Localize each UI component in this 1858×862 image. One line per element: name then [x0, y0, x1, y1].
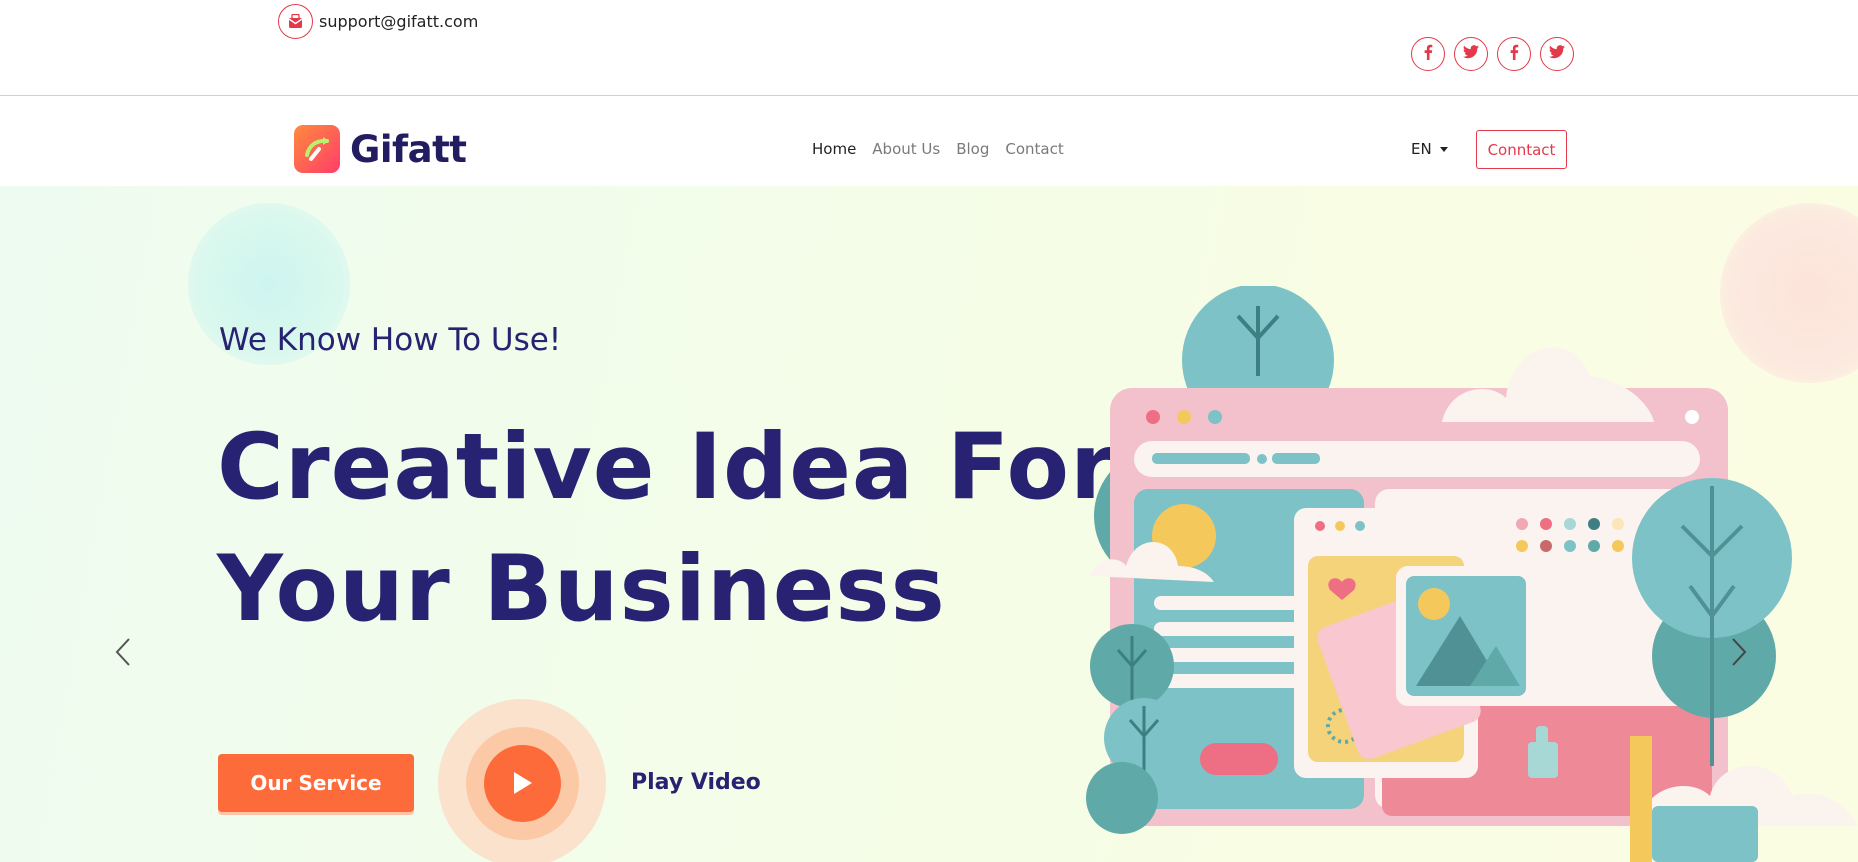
twitter-link[interactable] — [1454, 37, 1488, 71]
main-nav: Gifatt Home About Us Blog Contact EN Con… — [0, 96, 1858, 186]
slider-prev-arrow[interactable] — [112, 635, 134, 669]
email-icon — [278, 4, 313, 39]
nav-item-home[interactable]: Home — [812, 140, 856, 158]
email-address: support@gifatt.com — [319, 12, 479, 31]
our-service-button[interactable]: Our Service — [218, 754, 414, 812]
twitter-link[interactable] — [1540, 37, 1574, 71]
nav-item-blog[interactable]: Blog — [956, 140, 989, 158]
hero-headline-line: Creative Idea For — [217, 415, 1116, 520]
facebook-icon — [1509, 44, 1519, 65]
play-video-label[interactable]: Play Video — [631, 770, 761, 795]
facebook-link[interactable] — [1411, 37, 1445, 71]
contact-button[interactable]: Conntact — [1476, 130, 1567, 169]
chevron-down-icon — [1439, 146, 1448, 152]
hero-headline-line: Your Business — [217, 537, 946, 642]
twitter-icon — [1463, 44, 1479, 64]
chevron-right-icon — [1732, 638, 1747, 666]
play-icon — [514, 772, 532, 794]
brand-logo[interactable]: Gifatt — [294, 125, 467, 173]
slider-next-arrow[interactable] — [1728, 635, 1750, 669]
nav-menu: Home About Us Blog Contact — [812, 140, 1064, 158]
language-selector[interactable]: EN — [1411, 140, 1448, 158]
twitter-icon — [1549, 44, 1565, 64]
hero-headline: Creative Idea For Your Business — [217, 407, 1116, 651]
hero-illustration — [1086, 286, 1858, 862]
contact-email[interactable]: support@gifatt.com — [278, 4, 478, 39]
facebook-icon — [1423, 44, 1433, 65]
social-links — [1411, 37, 1574, 71]
logo-icon — [294, 125, 340, 173]
brand-name: Gifatt — [350, 127, 467, 171]
play-video-button[interactable] — [438, 699, 606, 862]
play-ring — [465, 726, 579, 840]
hero-subheading: We Know How To Use! — [219, 322, 562, 358]
chevron-left-icon — [115, 638, 130, 666]
nav-item-about[interactable]: About Us — [872, 140, 940, 158]
hero-section: We Know How To Use! Creative Idea For Yo… — [0, 186, 1858, 862]
top-bar: support@gifatt.com — [0, 0, 1858, 96]
nav-item-contact[interactable]: Contact — [1005, 140, 1063, 158]
play-circle — [483, 744, 561, 822]
language-label: EN — [1411, 140, 1432, 158]
facebook-link[interactable] — [1497, 37, 1531, 71]
